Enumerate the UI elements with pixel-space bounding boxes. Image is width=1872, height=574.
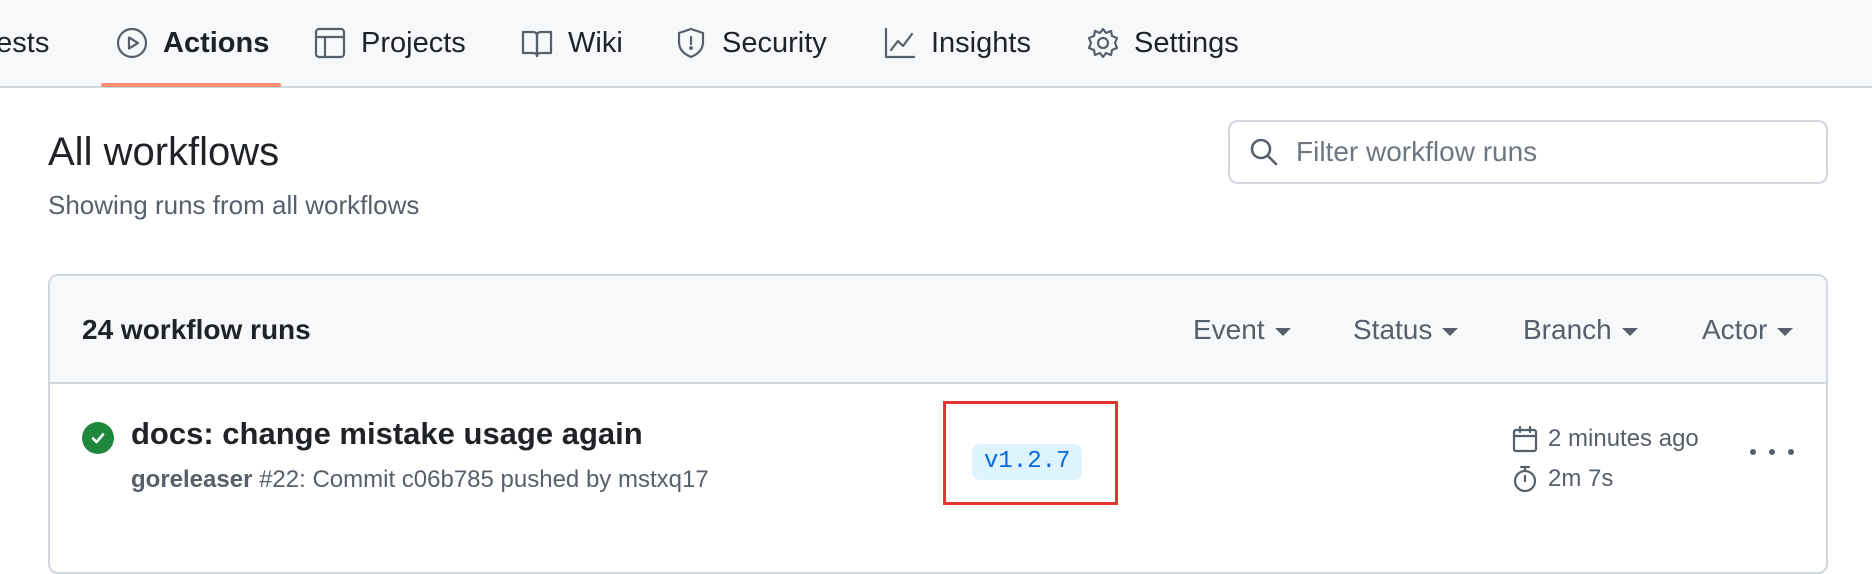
run-detail: #22: Commit c06b785 pushed by mstxq17 [259,466,709,493]
search-input[interactable] [1296,136,1816,168]
dropdown-label: Actor [1702,314,1768,345]
search-icon [1250,138,1278,166]
run-title-link[interactable]: docs: change mistake usage again [131,416,643,452]
actor-filter-dropdown[interactable]: Actor [1702,314,1794,346]
kebab-dot [1769,449,1775,455]
tab-label: Settings [1134,26,1239,59]
tab-label: Wiki [568,26,623,59]
tab-actions[interactable]: Actions [115,0,269,86]
stopwatch-icon [1513,465,1537,493]
caret-down-icon [1777,328,1794,336]
calendar-icon [1512,425,1538,453]
page-title: All workflows [48,130,280,174]
shield-icon [677,27,705,59]
play-icon [116,27,148,59]
tab-security[interactable]: Security [674,0,827,86]
dropdown-label: Event [1193,314,1265,345]
workflow-name: goreleaser [131,466,253,493]
event-filter-dropdown[interactable]: Event [1193,314,1291,346]
graph-icon [884,27,916,59]
status-filter-dropdown[interactable]: Status [1353,314,1459,346]
tab-label: Insights [931,26,1031,59]
branch-tag[interactable]: v1.2.7 [972,444,1083,480]
runs-header: 24 workflow runs Event Status Branch Act… [50,276,1826,384]
branch-filter-dropdown[interactable]: Branch [1523,314,1638,346]
filter-workflow-runs[interactable] [1228,120,1828,184]
tab-label: uests [0,26,50,59]
caret-down-icon [1621,328,1638,336]
caret-down-icon [1442,328,1459,336]
caret-down-icon [1274,328,1291,336]
tab-label: Actions [163,26,270,59]
dropdown-label: Status [1353,314,1433,345]
workflow-run-row[interactable]: docs: change mistake usage again gorelea… [50,384,1826,534]
run-options-button[interactable] [1750,442,1794,462]
kebab-dot [1750,449,1756,455]
tab-settings[interactable]: Settings [1086,0,1239,86]
tab-label: Security [722,26,827,59]
book-icon [521,30,553,58]
tab-wiki[interactable]: Wiki [520,0,623,86]
tab-projects[interactable]: Projects [313,0,466,86]
table-icon [314,27,346,59]
run-time: 2 minutes ago [1548,425,1699,452]
kebab-dot [1788,449,1794,455]
tab-insights[interactable]: Insights [883,0,1031,86]
run-duration: 2m 7s [1510,464,1613,494]
run-timestamp: 2 minutes ago [1510,424,1699,454]
check-circle-icon [82,422,114,454]
run-duration-value: 2m 7s [1548,465,1614,492]
runs-count: 24 workflow runs [82,314,311,345]
gear-icon [1087,27,1119,59]
repo-nav: uests Actions Projects Wiki Security Ins… [0,0,1872,88]
tab-label: Projects [361,26,466,59]
tab-pull-requests[interactable]: uests [0,0,49,86]
dropdown-label: Branch [1523,314,1612,345]
active-tab-indicator [101,83,281,87]
workflow-runs-list: 24 workflow runs Event Status Branch Act… [48,274,1828,574]
page-subtitle: Showing runs from all workflows [48,190,420,220]
run-meta: goreleaser #22: Commit c06b785 pushed by… [131,466,709,494]
